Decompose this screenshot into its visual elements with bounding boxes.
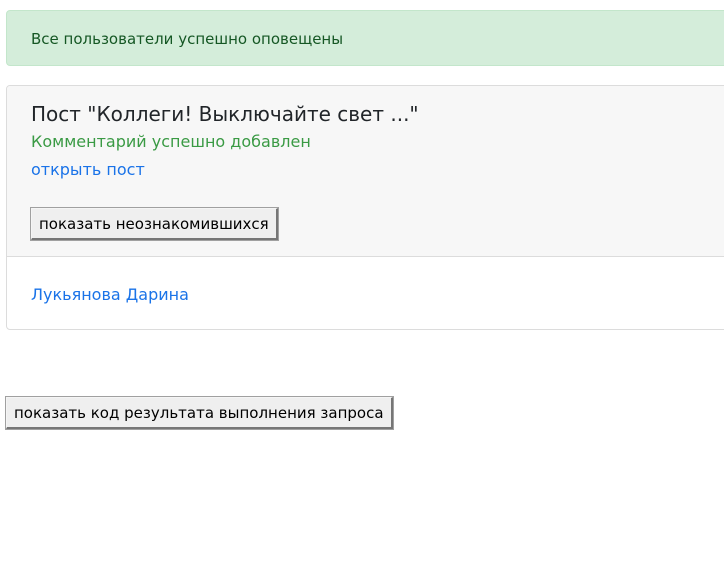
show-unfamiliar-button[interactable]: показать неознакомившихся [30,207,279,241]
show-result-code-button[interactable]: показать код результата выполнения запро… [5,396,394,430]
open-post-link[interactable]: открыть пост [31,160,145,179]
alert-text: Все пользователи успешно оповещены [31,30,344,48]
post-card: Пост "Коллеги! Выключайте свет ..." Комм… [6,85,724,330]
post-card-body: Лукьянова Дарина [7,257,724,329]
comment-status: Комментарий успешно добавлен [31,132,311,151]
user-link[interactable]: Лукьянова Дарина [31,285,189,304]
post-title: Пост "Коллеги! Выключайте свет ..." [31,102,419,126]
post-card-header: Пост "Коллеги! Выключайте свет ..." Комм… [7,86,724,257]
success-alert: Все пользователи успешно оповещены [6,10,724,66]
